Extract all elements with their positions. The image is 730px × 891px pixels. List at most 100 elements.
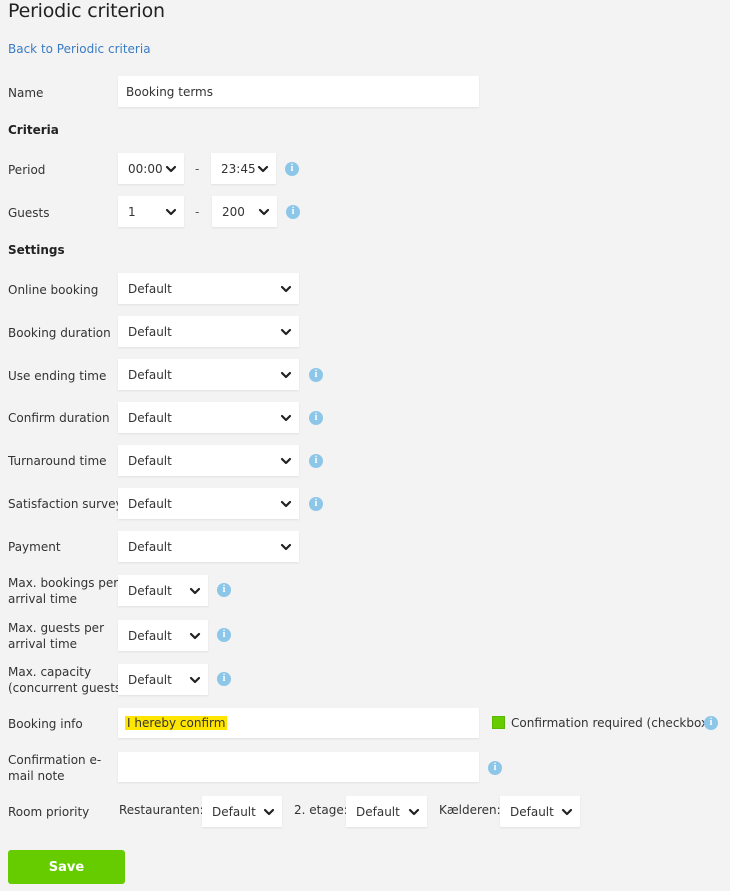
use-ending-time-label: Use ending time xyxy=(8,369,107,383)
confirm-duration-value: Default xyxy=(128,410,172,425)
max-capacity-value: Default xyxy=(128,672,172,687)
guests-from-select[interactable]: 1 xyxy=(118,196,184,227)
satisfaction-surveys-label: Satisfaction surveys xyxy=(8,497,129,511)
online-booking-value: Default xyxy=(128,281,172,296)
online-booking-label: Online booking xyxy=(8,283,99,297)
use-ending-time-value: Default xyxy=(128,367,172,382)
back-to-periodic-criteria-link[interactable]: Back to Periodic criteria xyxy=(8,42,151,56)
confirmation-note-label-line1: Confirmation e- xyxy=(8,753,102,767)
guests-info-icon[interactable]: i xyxy=(286,205,300,219)
booking-duration-select[interactable]: Default xyxy=(118,316,299,347)
max-capacity-label: Max. capacity (concurrent guests) xyxy=(8,664,126,696)
page-title: Periodic criterion xyxy=(8,0,165,22)
max-guests-label: Max. guests per arrival time xyxy=(8,620,104,652)
confirmation-note-input[interactable] xyxy=(118,752,479,782)
confirmation-note-label: Confirmation e- mail note xyxy=(8,752,101,784)
confirmation-required-label: Confirmation required (checkbox) xyxy=(511,716,713,730)
max-guests-info-icon[interactable]: i xyxy=(217,628,231,642)
payment-value: Default xyxy=(128,539,172,554)
chevron-down-icon xyxy=(407,805,421,819)
guests-to-value: 200 xyxy=(222,204,245,219)
payment-label: Payment xyxy=(8,540,61,554)
period-to-value: 23:45 xyxy=(221,161,256,176)
chevron-down-icon xyxy=(188,584,202,598)
confirm-duration-label: Confirm duration xyxy=(8,411,110,425)
confirmation-note-info-icon[interactable]: i xyxy=(488,761,502,775)
chevron-down-icon xyxy=(256,162,270,176)
room-2-etage-select[interactable]: Default xyxy=(346,796,427,827)
criteria-heading: Criteria xyxy=(8,123,59,137)
period-label: Period xyxy=(8,163,46,177)
room-kaelderen-value: Default xyxy=(510,804,554,819)
room-restauranten-value: Default xyxy=(212,804,256,819)
period-to-select[interactable]: 23:45 xyxy=(211,153,276,184)
max-bookings-select[interactable]: Default xyxy=(118,575,208,606)
period-from-value: 00:00 xyxy=(128,161,163,176)
booking-duration-label: Booking duration xyxy=(8,326,111,340)
save-button[interactable]: Save xyxy=(8,850,125,884)
max-capacity-label-line2: (concurrent guests) xyxy=(8,681,126,695)
booking-duration-value: Default xyxy=(128,324,172,339)
chevron-down-icon xyxy=(279,497,293,511)
chevron-down-icon xyxy=(279,411,293,425)
satisfaction-surveys-info-icon[interactable]: i xyxy=(309,497,323,511)
max-capacity-info-icon[interactable]: i xyxy=(217,672,231,686)
booking-info-value: I hereby confirm xyxy=(125,716,228,730)
chevron-down-icon xyxy=(279,325,293,339)
settings-heading: Settings xyxy=(8,243,65,257)
booking-info-info-icon[interactable]: i xyxy=(704,716,718,730)
room-kaelderen-label: Kælderen: xyxy=(439,803,501,817)
max-bookings-info-icon[interactable]: i xyxy=(217,583,231,597)
max-guests-value: Default xyxy=(128,628,172,643)
room-2-etage-label: 2. etage: xyxy=(294,803,348,817)
name-label: Name xyxy=(8,86,44,100)
max-capacity-select[interactable]: Default xyxy=(118,664,208,695)
turnaround-time-value: Default xyxy=(128,453,172,468)
chevron-down-icon xyxy=(188,673,202,687)
max-guests-label-line1: Max. guests per xyxy=(8,621,104,635)
room-priority-label: Room priority xyxy=(8,805,90,819)
chevron-down-icon xyxy=(279,454,293,468)
room-2-etage-value: Default xyxy=(356,804,400,819)
chevron-down-icon xyxy=(188,629,202,643)
max-guests-label-line2: arrival time xyxy=(8,637,78,651)
booking-info-label: Booking info xyxy=(8,717,83,731)
guests-from-value: 1 xyxy=(128,204,136,219)
satisfaction-surveys-value: Default xyxy=(128,496,172,511)
confirmation-required-checkbox[interactable] xyxy=(492,716,505,729)
confirm-duration-select[interactable]: Default xyxy=(118,402,299,433)
max-guests-select[interactable]: Default xyxy=(118,620,208,651)
guests-to-select[interactable]: 200 xyxy=(212,196,277,227)
chevron-down-icon xyxy=(257,205,271,219)
chevron-down-icon xyxy=(262,805,276,819)
turnaround-time-label: Turnaround time xyxy=(8,454,107,468)
use-ending-time-select[interactable]: Default xyxy=(118,359,299,390)
turnaround-time-select[interactable]: Default xyxy=(118,445,299,476)
room-restauranten-label: Restauranten: xyxy=(119,803,204,817)
online-booking-select[interactable]: Default xyxy=(118,273,299,304)
booking-info-input[interactable]: I hereby confirm xyxy=(118,708,479,738)
guests-separator: - xyxy=(195,205,200,219)
turnaround-time-info-icon[interactable]: i xyxy=(309,454,323,468)
use-ending-time-info-icon[interactable]: i xyxy=(309,368,323,382)
payment-select[interactable]: Default xyxy=(118,531,299,562)
room-kaelderen-select[interactable]: Default xyxy=(500,796,580,827)
chevron-down-icon xyxy=(279,540,293,554)
period-from-select[interactable]: 00:00 xyxy=(118,153,184,184)
name-input[interactable]: Booking terms xyxy=(118,76,479,107)
max-bookings-label: Max. bookings per arrival time xyxy=(8,575,118,607)
satisfaction-surveys-select[interactable]: Default xyxy=(118,488,299,519)
max-bookings-label-line1: Max. bookings per xyxy=(8,576,119,590)
confirmation-note-label-line2: mail note xyxy=(8,769,65,783)
max-capacity-label-line1: Max. capacity xyxy=(8,665,92,679)
chevron-down-icon xyxy=(279,368,293,382)
period-separator: - xyxy=(195,162,200,176)
max-bookings-value: Default xyxy=(128,583,172,598)
name-input-value: Booking terms xyxy=(126,84,213,99)
period-info-icon[interactable]: i xyxy=(285,162,299,176)
room-restauranten-select[interactable]: Default xyxy=(202,796,282,827)
chevron-down-icon xyxy=(279,282,293,296)
chevron-down-icon xyxy=(560,805,574,819)
guests-label: Guests xyxy=(8,206,50,220)
confirm-duration-info-icon[interactable]: i xyxy=(309,411,323,425)
